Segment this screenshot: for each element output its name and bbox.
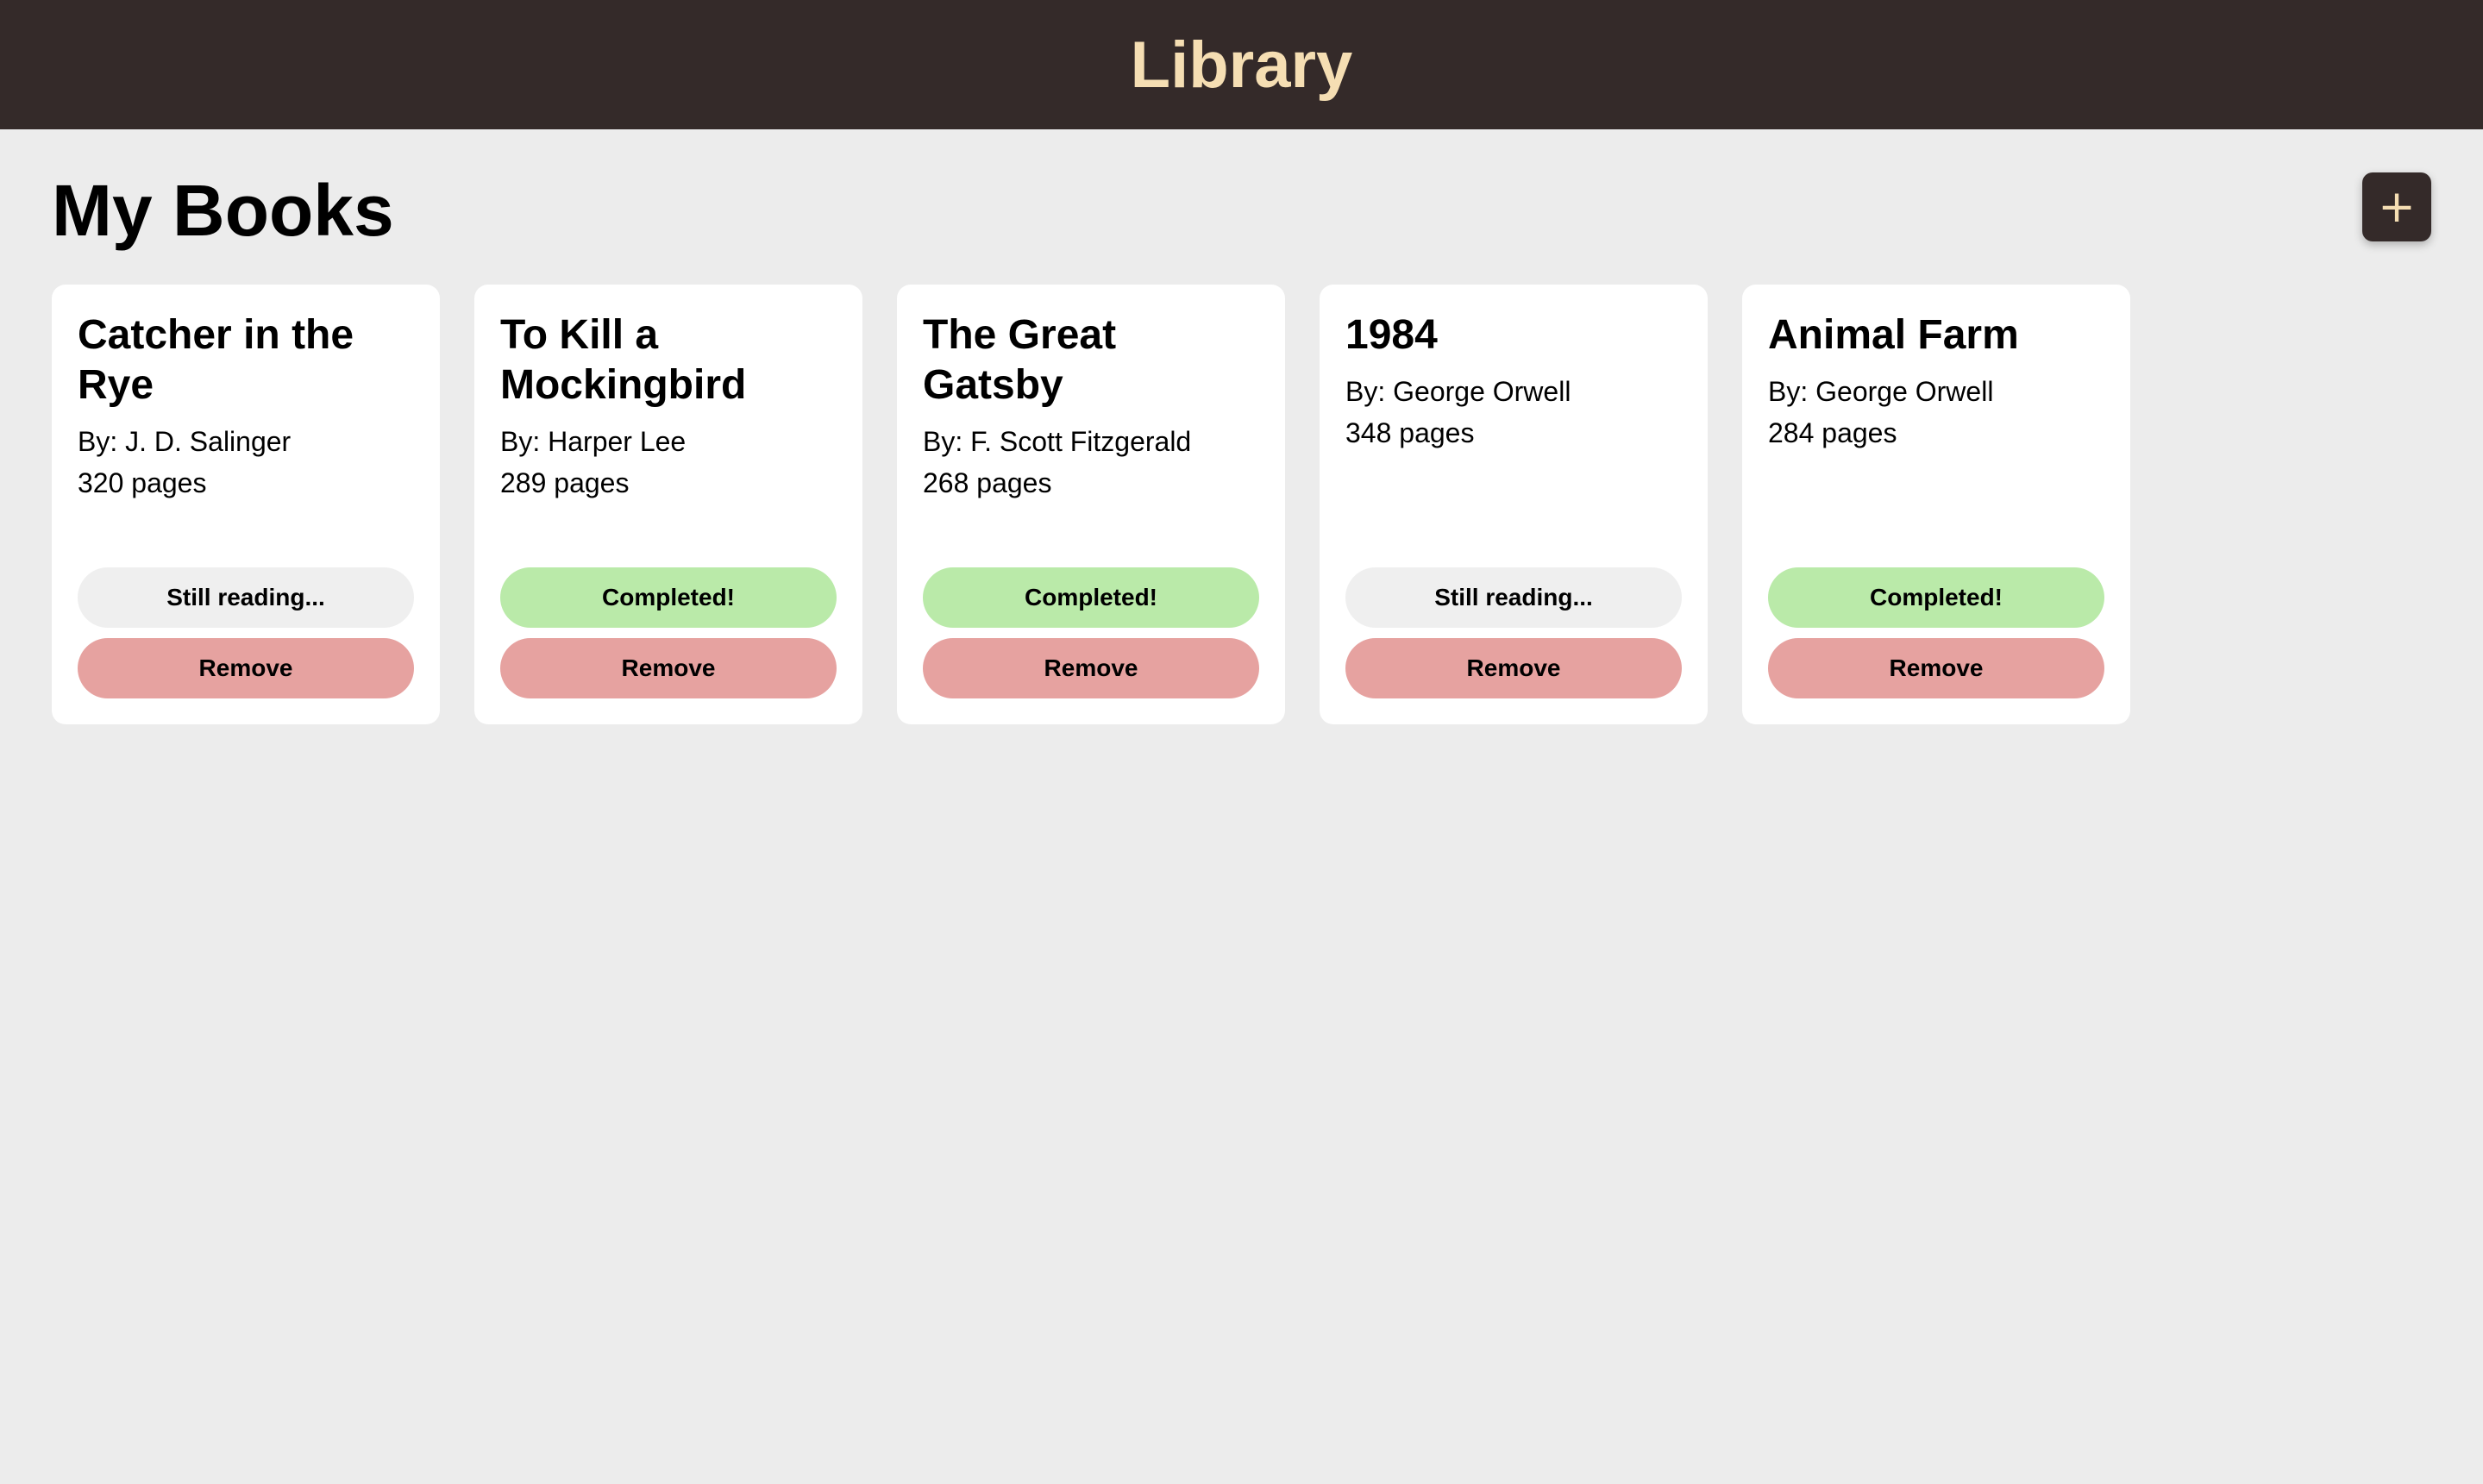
book-card: The Great Gatsby By: F. Scott Fitzgerald… (897, 285, 1285, 724)
book-title: 1984 (1345, 312, 1438, 358)
book-author: By: Harper Lee (500, 426, 687, 457)
app-header: Library (0, 0, 2483, 129)
book-author: By: George Orwell (1768, 376, 1994, 407)
book-pages: 320 pages (78, 467, 207, 498)
book-card: 1984 By: George Orwell 348 pages Still r… (1320, 285, 1708, 724)
remove-button[interactable]: Remove (1345, 638, 1682, 698)
remove-button[interactable]: Remove (500, 638, 837, 698)
book-author: By: J. D. Salinger (78, 426, 292, 457)
page-title: My Books (52, 170, 394, 251)
app-title: Library (1130, 28, 1353, 102)
read-status-toggle[interactable]: Still reading... (78, 567, 414, 628)
book-pages: 268 pages (923, 467, 1052, 498)
book-title: To Kill a Mockingbird (500, 312, 747, 408)
add-book-button[interactable]: + (2362, 172, 2431, 241)
read-status-toggle[interactable]: Completed! (500, 567, 837, 628)
book-pages: 284 pages (1768, 417, 1897, 448)
read-status-toggle[interactable]: Completed! (1768, 567, 2104, 628)
section-header: My Books + (52, 129, 2431, 285)
main-content: My Books + Catcher in the Rye By: J. D. … (0, 129, 2483, 724)
book-title: Catcher in the Rye (78, 312, 354, 408)
book-author: By: F. Scott Fitzgerald (923, 426, 1192, 457)
remove-button[interactable]: Remove (78, 638, 414, 698)
book-card: To Kill a Mockingbird By: Harper Lee 289… (474, 285, 862, 724)
book-title: Animal Farm (1768, 312, 2019, 358)
book-pages: 348 pages (1345, 417, 1475, 448)
book-title: The Great Gatsby (923, 312, 1117, 408)
remove-button[interactable]: Remove (1768, 638, 2104, 698)
book-pages: 289 pages (500, 467, 630, 498)
read-status-toggle[interactable]: Still reading... (1345, 567, 1682, 628)
remove-button[interactable]: Remove (923, 638, 1259, 698)
book-card: Catcher in the Rye By: J. D. Salinger 32… (52, 285, 440, 724)
book-author: By: George Orwell (1345, 376, 1571, 407)
book-list: Catcher in the Rye By: J. D. Salinger 32… (52, 285, 2431, 724)
read-status-toggle[interactable]: Completed! (923, 567, 1259, 628)
plus-icon: + (2378, 181, 2416, 233)
book-card: Animal Farm By: George Orwell 284 pages … (1742, 285, 2130, 724)
